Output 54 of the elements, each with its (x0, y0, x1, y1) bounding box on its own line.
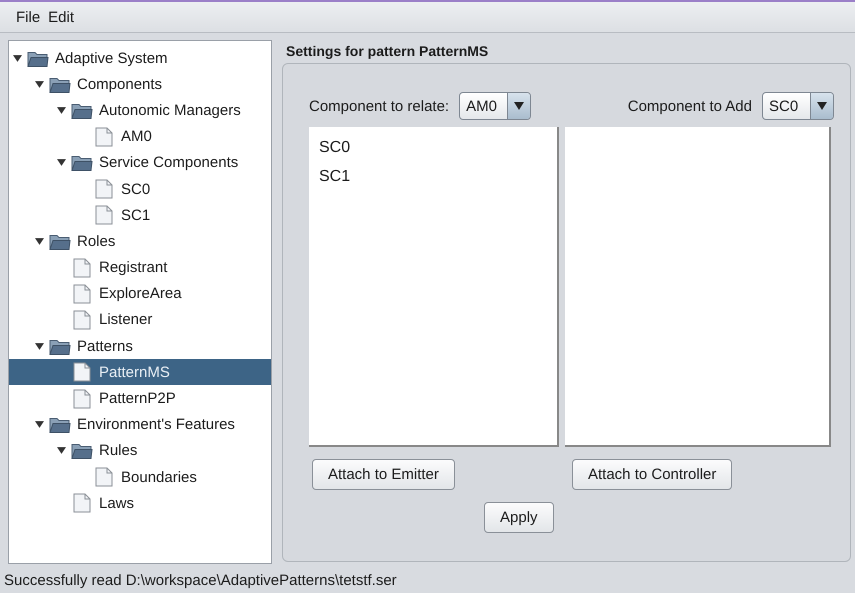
relate-dropdown[interactable]: AM0 (459, 92, 532, 120)
tree-item[interactable]: Adaptive System (9, 45, 271, 72)
expand-arrow-icon[interactable] (35, 420, 44, 430)
menu-item[interactable]: File (16, 8, 40, 26)
tree-item[interactable]: Service Components (9, 150, 271, 176)
expand-arrow-icon[interactable] (35, 236, 44, 246)
tree-item[interactable]: ExploreArea (9, 280, 271, 307)
document-icon (73, 388, 91, 409)
list-item[interactable]: SC0 (309, 133, 557, 162)
document-icon (73, 258, 91, 278)
tree-item[interactable]: Autonomic Managers (9, 97, 271, 124)
document-icon (73, 362, 91, 382)
menu-item[interactable]: Edit (48, 8, 74, 26)
tree-item[interactable]: Listener (9, 306, 271, 334)
tree-item[interactable]: Roles (9, 228, 271, 254)
tree-item[interactable]: Components (9, 71, 271, 98)
list-item[interactable]: SC1 (309, 162, 557, 191)
tree-item[interactable]: Rules (9, 438, 271, 464)
status-text: Successfully read D:\workspace\AdaptivePatterns\tetstf.ser (4, 572, 397, 588)
expand-arrow-icon[interactable] (13, 54, 22, 63)
apply-button[interactable]: Apply (484, 502, 554, 533)
expand-arrow-icon[interactable] (35, 80, 44, 89)
expand-arrow-icon[interactable] (57, 446, 66, 456)
expand-arrow-icon[interactable] (35, 342, 44, 351)
document-icon (95, 205, 113, 226)
expand-arrow-icon[interactable] (57, 158, 66, 168)
attach-controller-button[interactable]: Attach to Controller (572, 459, 732, 490)
document-icon (73, 310, 91, 330)
folder-icon (49, 415, 71, 434)
document-icon (95, 126, 113, 147)
document-icon (95, 179, 113, 200)
tree-item[interactable]: Environment's Features (9, 412, 271, 438)
tree-item[interactable]: Boundaries (9, 464, 271, 490)
tree-item[interactable]: SC0 (9, 176, 271, 202)
document-icon (73, 284, 91, 304)
relate-label: Component to relate: (309, 98, 450, 114)
dropdown-arrow-icon (514, 102, 524, 110)
expand-arrow-icon[interactable] (57, 106, 66, 115)
tree-item[interactable]: PatternP2P (9, 385, 271, 412)
tree-item[interactable]: AM0 (9, 124, 271, 150)
tree-item[interactable]: SC1 (9, 202, 271, 228)
document-icon (73, 493, 91, 514)
tree-item[interactable]: PatternMS (9, 359, 271, 386)
add-label: Component to Add (628, 98, 752, 114)
folder-icon (71, 441, 93, 460)
folder-icon (71, 153, 93, 172)
add-dropdown[interactable]: SC0 (762, 92, 834, 120)
dropdown-arrow-icon (817, 102, 827, 110)
settings-title: Settings for pattern PatternMS (285, 42, 490, 61)
tree-item[interactable]: Laws (9, 490, 271, 516)
document-icon (95, 467, 113, 488)
attach-emitter-button[interactable]: Attach to Emitter (312, 459, 455, 490)
tree-item[interactable]: Patterns (9, 333, 271, 360)
tree-item[interactable]: Registrant (9, 254, 271, 281)
